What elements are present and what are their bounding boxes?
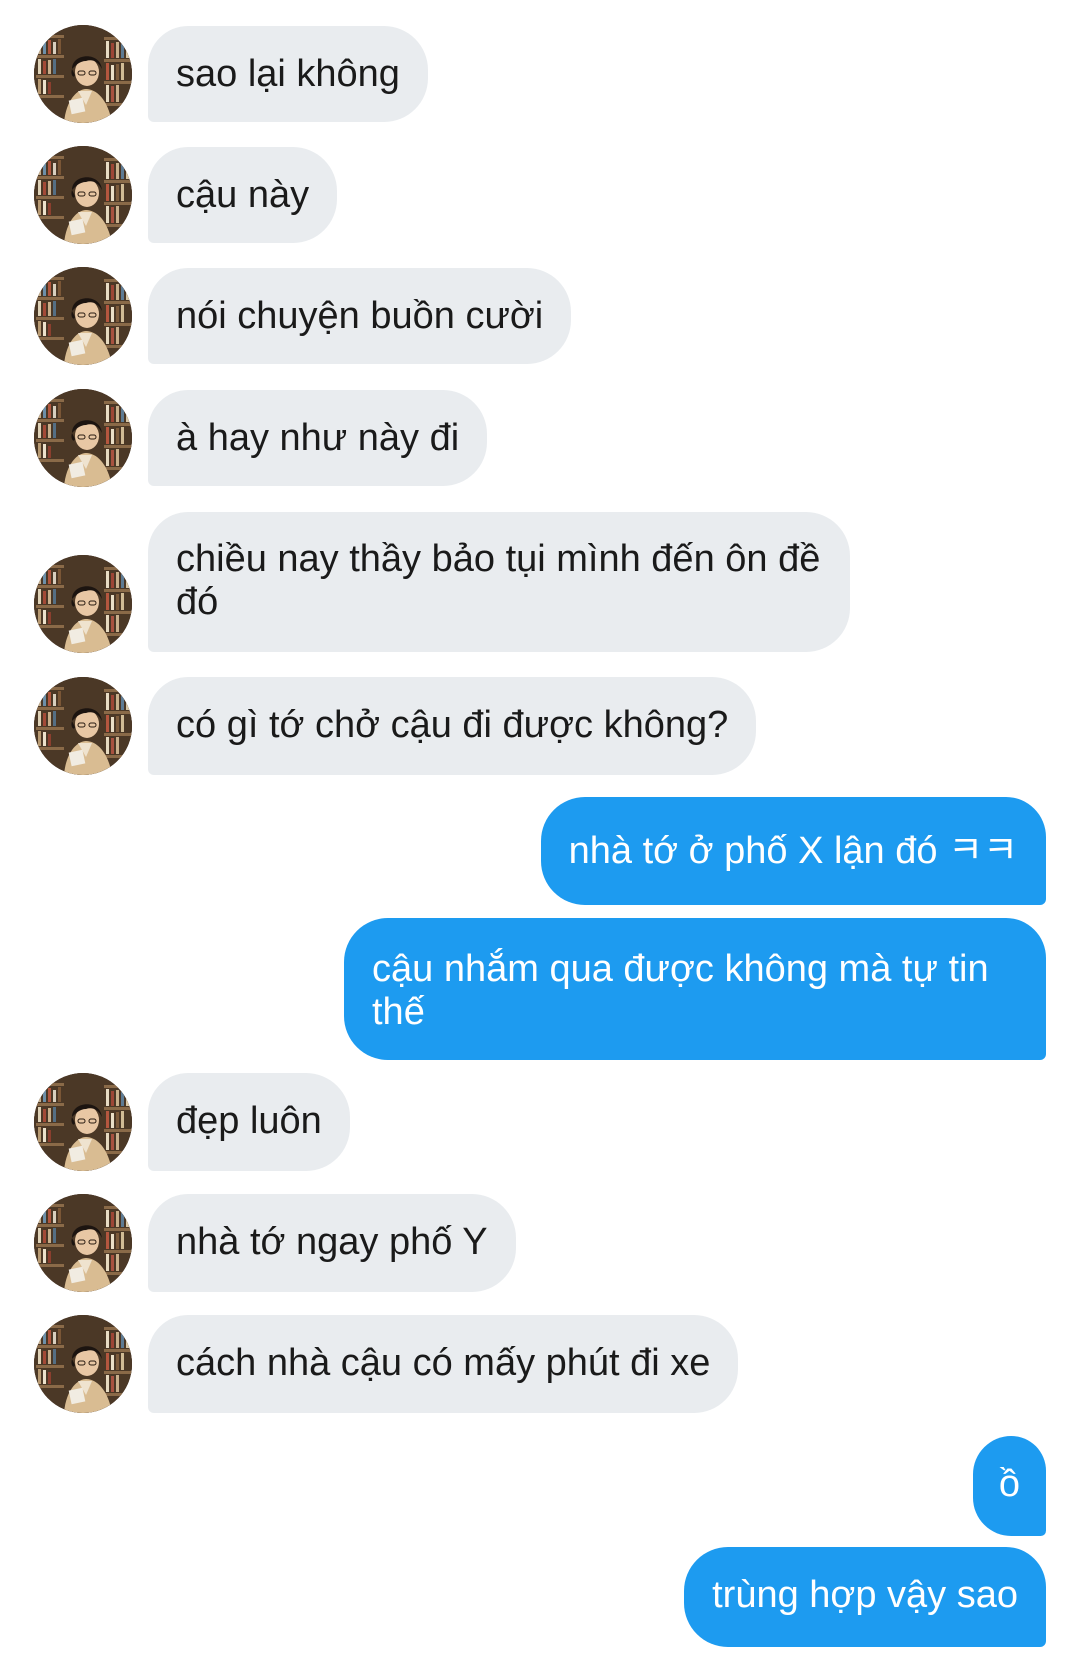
message-row-incoming: nói chuyện buồn cười [0,267,1080,365]
message-row-incoming: à hay như này đi [0,389,1080,487]
message-text: nhà tớ ở phố X lận đó ㅋㅋ [568,830,1018,872]
message-bubble-outgoing[interactable]: trùng hợp vậy sao [684,1547,1046,1647]
message-row-incoming: sao lại không [0,25,1080,123]
contact-avatar[interactable] [34,1073,132,1171]
contact-avatar[interactable] [34,146,132,244]
contact-avatar[interactable] [34,555,132,653]
contact-avatar[interactable] [34,677,132,775]
message-text: à hay như này đi [176,417,460,459]
message-bubble-outgoing[interactable]: cậu nhắm qua được không mà tự tin thế [344,918,1046,1060]
message-row-outgoing: nhà tớ ở phố X lận đó ㅋㅋ [0,797,1080,905]
message-row-incoming: chiều nay thầy bảo tụi mình đến ôn đề đó [0,512,1080,653]
message-text: sao lại không [176,53,400,95]
contact-avatar[interactable] [34,267,132,365]
message-bubble-incoming[interactable]: đẹp luôn [148,1073,350,1171]
message-row-outgoing: cậu nhắm qua được không mà tự tin thế [0,918,1080,1060]
message-row-outgoing: ồ [0,1436,1080,1536]
message-text: nói chuyện buồn cười [176,295,544,337]
message-bubble-incoming[interactable]: chiều nay thầy bảo tụi mình đến ôn đề đó [148,512,850,652]
message-row-incoming: cậu này [0,146,1080,244]
message-bubble-incoming[interactable]: cậu này [148,147,338,243]
contact-avatar[interactable] [34,1194,132,1292]
message-text: nhà tớ ngay phố Y [176,1221,488,1263]
message-bubble-outgoing[interactable]: ồ [972,1436,1046,1536]
message-text: ồ [998,1463,1020,1505]
message-bubble-incoming[interactable]: à hay như này đi [148,390,488,486]
message-bubble-outgoing[interactable]: nhà tớ ở phố X lận đó ㅋㅋ [540,797,1046,905]
message-row-incoming: cách nhà cậu có mấy phút đi xe [0,1315,1080,1413]
message-text: cậu này [176,174,310,216]
message-bubble-incoming[interactable]: sao lại không [148,26,428,122]
message-text: chiều nay thầy bảo tụi mình đến ôn đề đó [176,538,821,623]
message-text: cách nhà cậu có mấy phút đi xe [176,1342,711,1384]
message-thread: sao lại không cậu này nói chuyện buồn cư… [0,0,1080,1656]
message-bubble-incoming[interactable]: nhà tớ ngay phố Y [148,1194,516,1292]
message-text: có gì tớ chở cậu đi được không? [176,704,729,746]
message-row-incoming: nhà tớ ngay phố Y [0,1194,1080,1292]
message-row-incoming: có gì tớ chở cậu đi được không? [0,677,1080,775]
contact-avatar[interactable] [34,389,132,487]
contact-avatar[interactable] [34,25,132,123]
message-text: trùng hợp vậy sao [712,1574,1018,1616]
message-bubble-incoming[interactable]: có gì tớ chở cậu đi được không? [148,677,757,775]
message-row-incoming: đẹp luôn [0,1073,1080,1171]
message-row-outgoing: trùng hợp vậy sao [0,1547,1080,1647]
message-bubble-incoming[interactable]: cách nhà cậu có mấy phút đi xe [148,1315,739,1413]
contact-avatar[interactable] [34,1315,132,1413]
message-text: đẹp luôn [176,1100,322,1142]
message-bubble-incoming[interactable]: nói chuyện buồn cười [148,268,572,364]
message-text: cậu nhắm qua được không mà tự tin thế [372,948,989,1033]
